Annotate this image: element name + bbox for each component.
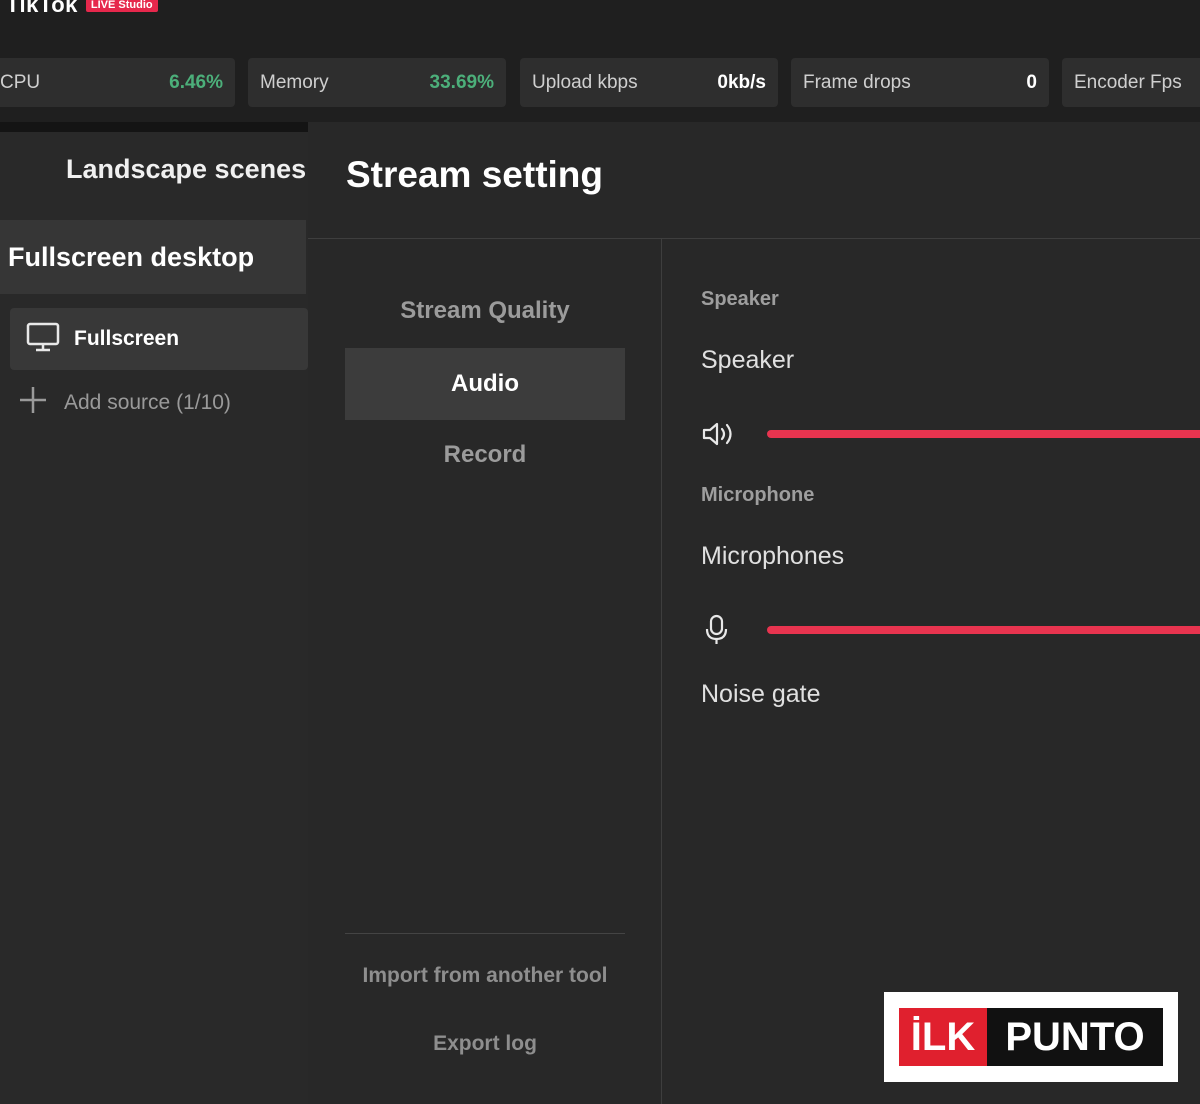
stat-frame-drops: Frame drops 0: [791, 58, 1049, 107]
app-badge: LIVE Studio: [85, 0, 158, 12]
microphone-section-label: Microphone: [701, 484, 815, 506]
tab-record[interactable]: Record: [345, 419, 625, 491]
panel-top-strip: [0, 122, 308, 132]
app-name: TikTok: [6, 0, 78, 17]
noise-gate-label: Noise gate: [701, 680, 821, 708]
watermark-right: PUNTO: [987, 1008, 1163, 1066]
speaker-level-bar: [767, 430, 1200, 438]
stat-label: Memory: [260, 71, 329, 93]
stat-encoder-fps: Encoder Fps: [1062, 58, 1200, 107]
title-divider: [308, 238, 1200, 239]
speaker-device-select[interactable]: Speaker: [701, 346, 794, 375]
stat-value: 6.46%: [169, 71, 223, 93]
stat-label: Encoder Fps: [1074, 71, 1182, 93]
nav-divider: [661, 239, 662, 1104]
source-item-fullscreen[interactable]: Fullscreen: [10, 308, 308, 370]
microphone-meter: [701, 610, 1200, 650]
stat-value: 0kb/s: [717, 71, 766, 93]
stat-value: 33.69%: [429, 71, 494, 93]
scene-label: Fullscreen desktop: [8, 241, 255, 272]
watermark-left: İLK: [899, 1008, 987, 1066]
microphone-device-select[interactable]: Microphones: [701, 542, 844, 571]
top-bar: TikTok LIVE Studio CPU 6.46% Memory 33.6…: [0, 0, 1200, 122]
speaker-meter: [701, 414, 1200, 454]
add-source-label: Add source (1/10): [64, 391, 231, 414]
microphone-icon[interactable]: [701, 614, 737, 646]
nav-bottom-divider: [345, 933, 625, 934]
app-brand: TikTok LIVE Studio: [6, 0, 158, 18]
export-log-link[interactable]: Export log: [345, 1032, 625, 1056]
source-label: Fullscreen: [74, 327, 180, 350]
scene-item-active[interactable]: Fullscreen desktop: [0, 220, 306, 294]
speaker-icon[interactable]: [701, 418, 737, 450]
dialog-title: Stream setting: [346, 154, 604, 195]
tab-audio[interactable]: Audio: [345, 348, 625, 420]
watermark-logo: İLK PUNTO: [884, 992, 1178, 1082]
microphone-level-bar: [767, 626, 1200, 634]
scenes-title: Landscape scenes: [66, 154, 307, 184]
monitor-icon: [26, 322, 60, 357]
add-source-button[interactable]: Add source (1/10): [18, 384, 231, 422]
stat-label: Upload kbps: [532, 71, 638, 93]
stat-label: CPU: [0, 71, 41, 93]
stat-label: Frame drops: [803, 71, 911, 93]
import-link[interactable]: Import from another tool: [345, 964, 625, 988]
tab-stream-quality[interactable]: Stream Quality: [345, 275, 625, 347]
watermark-inner: İLK PUNTO: [899, 1008, 1163, 1066]
stat-cpu: CPU 6.46%: [0, 58, 235, 107]
stat-value: 0: [1026, 71, 1037, 93]
speaker-section-label: Speaker: [701, 288, 779, 310]
stat-upload: Upload kbps 0kb/s: [520, 58, 778, 107]
plus-icon: [18, 385, 48, 421]
scenes-panel: Landscape scenes Fullscreen desktop Full…: [0, 122, 308, 1104]
stream-settings-dialog: Stream setting Stream Quality Audio Reco…: [308, 122, 1200, 1104]
stat-memory: Memory 33.69%: [248, 58, 506, 107]
